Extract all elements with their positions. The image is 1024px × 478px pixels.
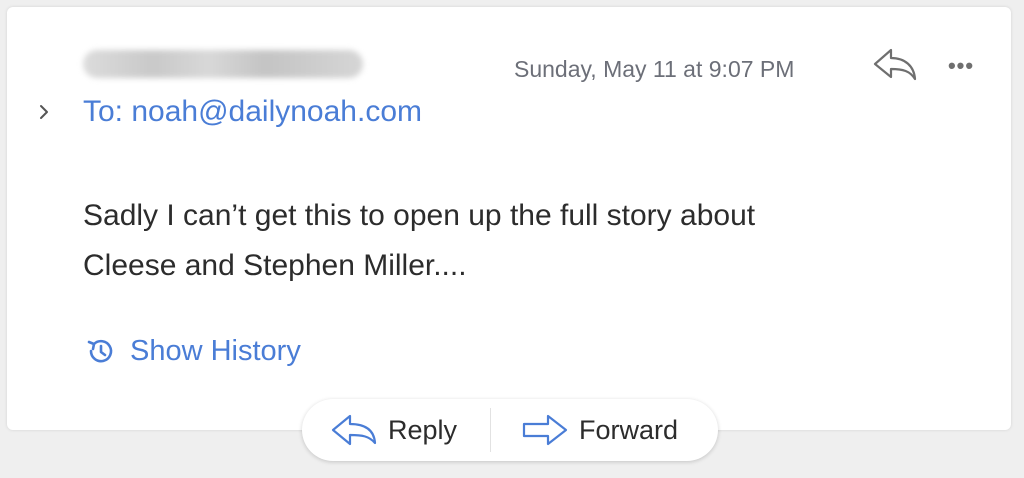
- chevron-right-icon: [40, 105, 48, 119]
- reply-button[interactable]: Reply: [302, 399, 490, 461]
- body-line-1: Sadly I can’t get this to open up the fu…: [83, 199, 756, 232]
- message-card: Sunday, May 11 at 9:07 PM ••• To: noah@d…: [7, 7, 1011, 430]
- reply-arrow-icon: [873, 48, 917, 81]
- show-history-label: Show History: [130, 334, 301, 367]
- message-body: Sadly I can’t get this to open up the fu…: [83, 191, 963, 291]
- body-line-2: Cleese and Stephen Miller....: [83, 249, 467, 282]
- forward-label: Forward: [579, 414, 679, 445]
- sender-name-redacted: [83, 50, 363, 78]
- reply-arrow-icon: [331, 414, 377, 446]
- reply-forward-toolbar: Reply Forward: [302, 399, 718, 461]
- forward-arrow-icon: [522, 414, 568, 446]
- recipient-link[interactable]: To: noah@dailynoah.com: [83, 95, 422, 129]
- forward-button[interactable]: Forward: [491, 399, 717, 461]
- expand-recipients-button[interactable]: [37, 99, 53, 125]
- history-clock-icon: [87, 339, 113, 363]
- reply-icon-button[interactable]: [871, 45, 919, 85]
- more-options-button[interactable]: •••: [943, 54, 979, 78]
- message-date: Sunday, May 11 at 9:07 PM: [514, 56, 795, 82]
- show-history-link[interactable]: Show History: [85, 331, 301, 371]
- reply-label: Reply: [388, 414, 458, 445]
